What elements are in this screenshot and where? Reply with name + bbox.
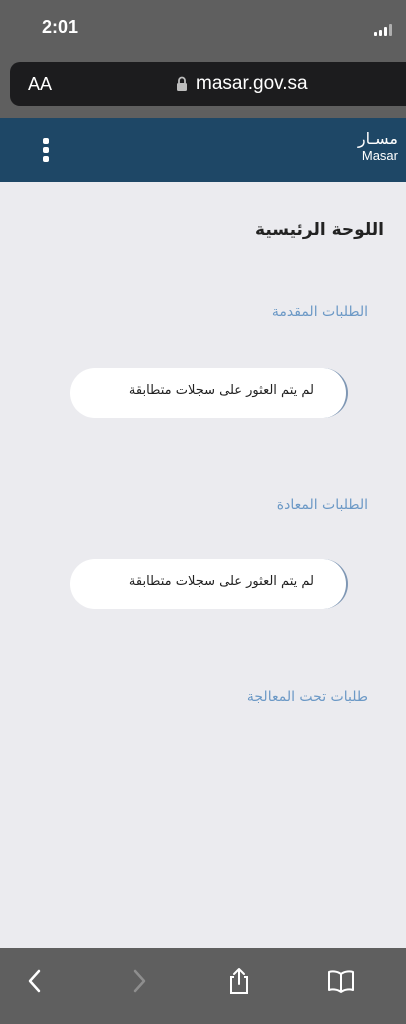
- address-bar[interactable]: AA masar.gov.sa: [10, 62, 406, 106]
- share-icon: [230, 968, 248, 994]
- browser-bottom-toolbar: [0, 948, 406, 1024]
- bookmarks-icon: [328, 970, 354, 993]
- empty-state-card: لم يتم العثور على سجلات متطابقة: [70, 559, 348, 609]
- forward-icon: [133, 969, 146, 993]
- empty-state-text: لم يتم العثور على سجلات متطابقة: [128, 383, 314, 398]
- aa-label: AA: [28, 74, 53, 94]
- back-button[interactable]: [20, 966, 50, 996]
- forward-button[interactable]: [124, 966, 154, 996]
- section-title-submitted: الطلبات المقدمة: [271, 304, 368, 320]
- section-title-processing: طلبات تحت المعالجة: [246, 689, 368, 705]
- empty-state-text: لم يتم العثور على سجلات متطابقة: [128, 574, 314, 589]
- app-header: مسـار Masar: [0, 118, 406, 182]
- main-content: اللوحة الرئيسية الطلبات المقدمة لم يتم ا…: [0, 182, 406, 948]
- brand-arabic: مسـار: [357, 129, 398, 148]
- url-text[interactable]: masar.gov.sa: [196, 73, 308, 95]
- share-button[interactable]: [224, 966, 254, 996]
- status-time: 2:01: [42, 17, 79, 37]
- menu-icon[interactable]: [42, 138, 50, 162]
- section-title-returned: الطلبات المعادة: [276, 497, 368, 513]
- back-icon: [28, 969, 41, 993]
- brand-english: Masar: [361, 148, 398, 163]
- reader-settings-button[interactable]: AA: [28, 74, 52, 95]
- page-title: اللوحة الرئيسية: [255, 220, 384, 240]
- brand-logo[interactable]: مسـار Masar: [358, 130, 398, 164]
- lock-icon: [177, 76, 187, 91]
- bookmarks-button[interactable]: [326, 966, 356, 996]
- signal-icon: [374, 24, 396, 36]
- empty-state-card: لم يتم العثور على سجلات متطابقة: [70, 368, 348, 418]
- browser-top-bar: 2:01 AA masar.gov.sa: [0, 0, 406, 118]
